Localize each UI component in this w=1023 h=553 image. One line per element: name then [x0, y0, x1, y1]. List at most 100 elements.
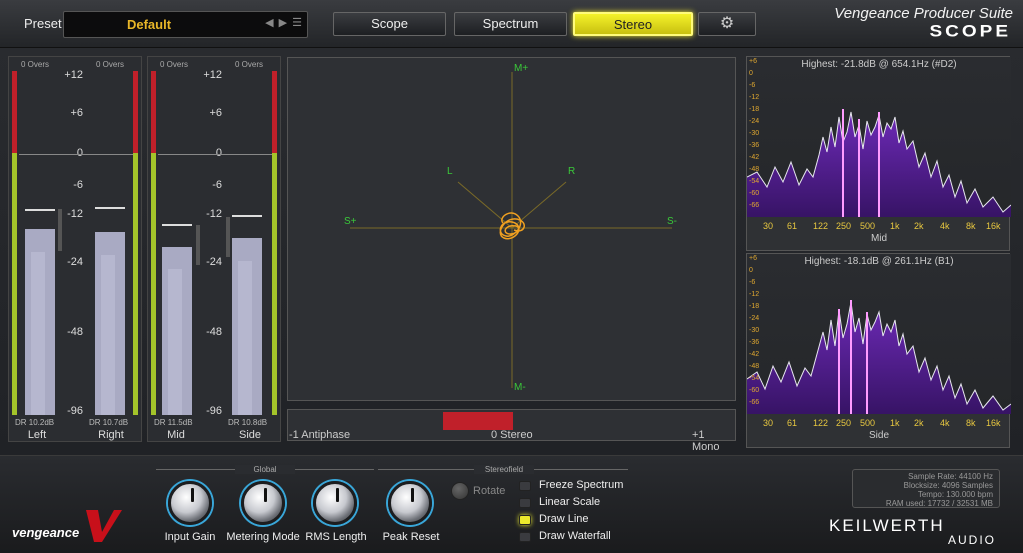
- dr-mid: DR 11.5dB: [154, 418, 193, 427]
- corr-antiphase: -1 Antiphase: [289, 429, 351, 441]
- scale-label: -6: [212, 179, 222, 191]
- blocksize: Blocksize: 4096 Samples: [903, 481, 993, 490]
- freq-label: 122: [813, 418, 829, 428]
- peak-reset-knob[interactable]: [388, 481, 432, 525]
- overs-left: 0 Overs: [21, 60, 50, 69]
- freq-label: 2k: [914, 221, 924, 231]
- corr-mono: +1 Mono: [692, 429, 720, 453]
- rotate-knob[interactable]: [451, 482, 469, 500]
- channel-right: Right: [98, 429, 124, 441]
- gear-icon: ⚙: [719, 15, 735, 32]
- preset-name: Default: [126, 17, 172, 32]
- db-label: -24: [749, 315, 760, 322]
- freeze-spectrum-label: Freeze Spectrum: [539, 479, 624, 491]
- vengeance-v-logo-icon: [86, 510, 122, 542]
- channel-mid: Mid: [167, 429, 185, 441]
- freq-label: 250: [836, 221, 852, 231]
- db-label: -12: [749, 94, 760, 101]
- freq-label: 30: [763, 418, 774, 428]
- top-bar: Preset Default ◀ ▶ ☰ Scope Spectrum Ster…: [0, 0, 1023, 48]
- spectrum-name-mid: Mid: [870, 233, 888, 244]
- draw-line-checkbox[interactable]: [519, 515, 531, 525]
- spectrum-graph-mid: [747, 109, 1011, 217]
- scale-label: -6: [73, 179, 83, 191]
- db-label: -48: [749, 363, 760, 370]
- dr-left: DR 10.2dB: [15, 418, 55, 427]
- hold-indicator-mid: [196, 225, 200, 265]
- input-gain-knob[interactable]: [168, 481, 212, 525]
- preset-nav-icons[interactable]: ◀ ▶ ☰: [265, 16, 303, 29]
- db-label: -30: [749, 130, 760, 137]
- tab-scope[interactable]: Scope: [333, 12, 446, 36]
- freq-label: 4k: [940, 418, 950, 428]
- stereofield-title: Stereofield: [474, 465, 534, 474]
- stereo-vectorscope: M+ M- S+ S- L R: [287, 57, 736, 401]
- spectrum-highest-side: Highest: -18.1dB @ 261.1Hz (B1): [804, 256, 954, 267]
- rms-length-knob[interactable]: [313, 481, 357, 525]
- label-m-minus: M-: [514, 382, 526, 393]
- db-label: -66: [749, 399, 760, 406]
- freq-label: 16k: [986, 418, 1001, 428]
- settings-button[interactable]: ⚙: [698, 12, 756, 36]
- freq-label: 1k: [890, 221, 900, 231]
- db-label: -48: [749, 166, 760, 173]
- meter-rms-right: [101, 255, 115, 415]
- tab-stereo[interactable]: Stereo: [573, 12, 693, 36]
- scale-label: +12: [64, 69, 83, 81]
- hold-indicator-left: [58, 209, 62, 251]
- freq-label: 30: [763, 221, 774, 231]
- tab-spectrum[interactable]: Spectrum: [454, 12, 567, 36]
- clip-zone-left: [12, 71, 17, 153]
- label-l: L: [447, 166, 453, 177]
- linear-scale-checkbox[interactable]: [519, 498, 531, 508]
- db-label: -60: [749, 190, 760, 197]
- keilwerth-logo: KEILWERTH: [829, 516, 945, 535]
- rotate-label: Rotate: [473, 485, 506, 497]
- draw-waterfall-checkbox[interactable]: [519, 532, 531, 542]
- freeze-spectrum-checkbox[interactable]: [519, 481, 531, 491]
- green-zone-right: [133, 153, 138, 415]
- db-label: -30: [749, 327, 760, 334]
- preset-selector[interactable]: Default ◀ ▶ ☰: [63, 11, 308, 38]
- vectorscope-graph: [350, 72, 672, 388]
- ram-used: RAM used: 17732 / 32531 MB: [885, 499, 993, 508]
- label-s-minus: S-: [667, 216, 677, 227]
- scale-label: +6: [209, 107, 222, 119]
- corr-stereo: 0 Stereo: [491, 429, 533, 441]
- audio-logo: AUDIO: [948, 533, 997, 547]
- db-label: +6: [749, 58, 757, 65]
- meter-rms-mid: [168, 269, 182, 415]
- zero-line: [158, 154, 272, 155]
- db-label: -24: [749, 118, 760, 125]
- green-zone-side: [272, 153, 277, 415]
- scale-label: -96: [206, 405, 222, 417]
- peak-reset-label: Peak Reset: [382, 531, 440, 543]
- green-zone-left: [12, 153, 17, 415]
- scale-label: +6: [70, 107, 83, 119]
- scale-label: -48: [206, 326, 222, 338]
- db-label: 0: [749, 267, 753, 274]
- ms-meter-panel: 0 Overs 0 Overs +12 +6 0 -6 -12 -24 -48 …: [147, 56, 281, 442]
- sample-rate: Sample Rate: 44100 Hz: [908, 472, 993, 481]
- freq-label: 61: [787, 418, 798, 428]
- db-label: -18: [749, 106, 760, 113]
- green-zone-mid: [151, 153, 156, 415]
- freq-label: 500: [860, 221, 876, 231]
- label-s-plus: S+: [344, 216, 357, 227]
- meter-rms-side: [238, 261, 252, 415]
- dr-right: DR 10.7dB: [89, 418, 129, 427]
- spectrum-graph-side: [747, 300, 1011, 414]
- db-label: -60: [749, 387, 760, 394]
- db-label: -12: [749, 291, 760, 298]
- freq-label: 2k: [914, 418, 924, 428]
- metering-mode-knob[interactable]: [241, 481, 285, 525]
- lr-meter-panel: 0 Overs 0 Overs +12 +6 0 -6 -12 -24 -48 …: [8, 56, 142, 442]
- clip-zone-right: [133, 71, 138, 153]
- draw-waterfall-label: Draw Waterfall: [539, 530, 611, 542]
- clip-zone-mid: [151, 71, 156, 153]
- spectrum-highest-mid: Highest: -21.8dB @ 654.1Hz (#D2): [801, 59, 957, 70]
- spectrum-plot: Highest: -21.8dB @ 654.1Hz (#D2) +6 0 -6…: [747, 57, 1011, 217]
- channel-left: Left: [27, 429, 47, 441]
- zero-line: [19, 154, 133, 155]
- db-label: +6: [749, 255, 757, 262]
